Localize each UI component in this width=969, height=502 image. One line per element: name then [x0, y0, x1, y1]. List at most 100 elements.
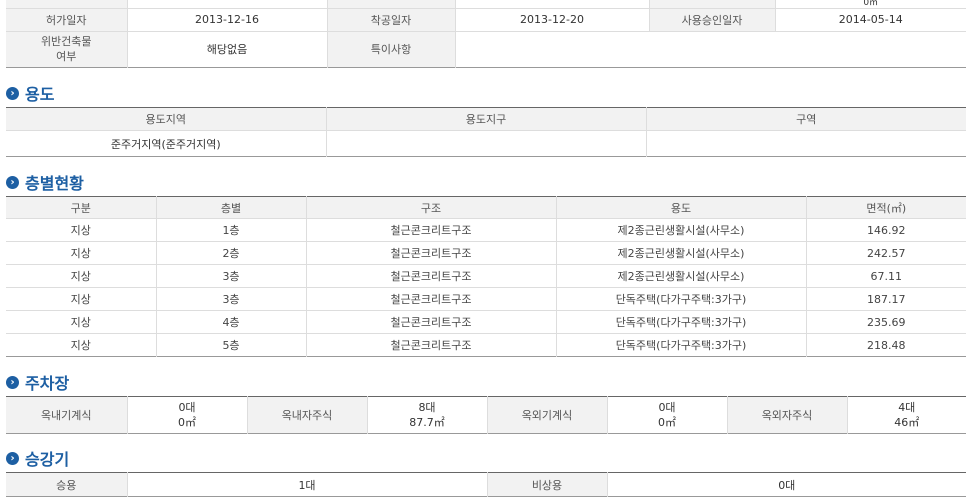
chevron-right-icon: › — [6, 451, 19, 465]
usage-section-header: › 용도 — [6, 82, 54, 104]
parking-area: 0㎡ — [658, 416, 676, 429]
table-cell — [455, 0, 650, 9]
violation-label: 위반건축물 여부 — [6, 31, 128, 67]
table-cell: 단독주택(다가구주택:3가구) — [556, 333, 807, 357]
building-info-table: 0㎡ 허가일자 2013-12-16 착공일자 2013-12-20 사용승인일… — [6, 0, 966, 68]
parking-section-header: › 주차장 — [6, 371, 69, 393]
table-row: 옥내기계식 0대 0㎡ 옥내자주식 8대 87.7㎡ 옥외기계식 0대 0㎡ 옥… — [6, 396, 966, 434]
column-header: 용도지역 — [6, 107, 327, 131]
section-title: 용도 — [25, 85, 55, 104]
column-header: 층별 — [156, 196, 307, 219]
table-cell: 준주거지역(준주거지역) — [6, 130, 327, 157]
floors-table: 구분 층별 구조 용도 면적(㎡) 지상 1층 철근콘크리트구조 제2종근린생활… — [6, 196, 966, 357]
column-header: 구분 — [6, 196, 157, 219]
table-cell: 67.11 — [806, 264, 966, 288]
table-cell: 2층 — [156, 241, 307, 265]
column-header: 구역 — [646, 107, 966, 131]
start-date-label: 착공일자 — [327, 8, 456, 32]
parking-area: 87.7㎡ — [409, 416, 445, 429]
parking-count: 0대 — [178, 401, 196, 414]
table-cell — [646, 131, 966, 157]
parking-table: 옥내기계식 0대 0㎡ 옥내자주식 8대 87.7㎡ 옥외기계식 0대 0㎡ 옥… — [6, 396, 966, 434]
table-cell — [327, 0, 456, 9]
table-row: 0㎡ — [6, 0, 966, 9]
parking-label: 옥외자주식 — [727, 396, 848, 434]
parking-value: 0대 0㎡ — [607, 396, 728, 434]
section-title: 층별현황 — [25, 174, 84, 193]
table-row: 준주거지역(준주거지역) — [6, 130, 966, 157]
parking-label: 옥내자주식 — [247, 396, 368, 434]
parking-count: 8대 — [418, 401, 436, 414]
table-row: 위반건축물 여부 해당없음 특이사항 — [6, 31, 966, 67]
parking-area: 0㎡ — [178, 416, 196, 429]
approval-date-label: 사용승인일자 — [649, 8, 776, 32]
table-cell: 146.92 — [806, 218, 966, 242]
table-cell: 5층 — [156, 333, 307, 357]
table-cell: 제2종근린생활시설(사무소) — [556, 264, 807, 288]
parking-label: 옥외기계식 — [487, 396, 608, 434]
elevator-section-header: › 승강기 — [6, 447, 69, 469]
emergency-elevator-label: 비상용 — [487, 472, 608, 497]
table-cell: 3층 — [156, 264, 307, 288]
table-cell: 지상 — [6, 264, 157, 288]
column-header: 면적(㎡) — [806, 196, 966, 219]
chevron-right-icon: › — [6, 175, 19, 189]
approval-date-value: 2014-05-14 — [775, 8, 966, 32]
total-area-value: 0㎡ — [775, 0, 966, 9]
parking-value: 0대 0㎡ — [127, 396, 248, 434]
chevron-right-icon: › — [6, 375, 19, 389]
emergency-elevator-value: 0대 — [778, 478, 796, 492]
table-cell: 242.57 — [806, 241, 966, 265]
permit-date-value: 2013-12-16 — [127, 8, 328, 32]
usage-table: 용도지역 용도지구 구역 준주거지역(준주거지역) — [6, 107, 966, 157]
table-cell: 철근콘크리트구조 — [306, 287, 557, 311]
table-row: 지상 3층 철근콘크리트구조 제2종근린생활시설(사무소) 67.11 — [6, 264, 966, 288]
table-cell: 철근콘크리트구조 — [306, 241, 557, 265]
table-cell — [326, 130, 647, 157]
table-row: 승용 1대 비상용 0대 — [6, 472, 966, 497]
column-header: 구조 — [306, 196, 557, 219]
parking-value: 8대 87.7㎡ — [367, 396, 488, 434]
table-cell: 제2종근린생활시설(사무소) — [556, 241, 807, 265]
violation-value: 해당없음 — [127, 31, 328, 67]
parking-count: 0대 — [658, 401, 676, 414]
violation-label-line1: 위반건축물 — [40, 35, 92, 48]
parking-label: 옥내기계식 — [6, 396, 128, 434]
table-cell: 218.48 — [867, 338, 906, 352]
remarks-label: 특이사항 — [327, 31, 456, 67]
parking-value: 4대 46㎡ — [847, 397, 966, 434]
chevron-right-icon: › — [6, 86, 19, 100]
table-cell: 철근콘크리트구조 — [306, 264, 557, 288]
table-cell: 철근콘크리트구조 — [306, 333, 557, 357]
table-cell — [649, 0, 776, 9]
floors-section-header: › 층별현황 — [6, 171, 84, 193]
table-row: 허가일자 2013-12-16 착공일자 2013-12-20 사용승인일자 2… — [6, 8, 966, 32]
table-cell: 지상 — [6, 310, 157, 334]
section-title: 주차장 — [25, 374, 70, 393]
table-cell: 제2종근린생활시설(사무소) — [556, 218, 807, 242]
table-cell: 지상 — [6, 241, 157, 265]
parking-count: 4대 — [898, 401, 916, 414]
table-cell — [6, 0, 128, 9]
table-cell: 지상 — [6, 218, 157, 242]
passenger-elevator-label: 승용 — [6, 472, 128, 497]
table-cell: 지상 — [6, 287, 157, 311]
table-cell — [127, 0, 328, 9]
table-row: 지상 5층 철근콘크리트구조 단독주택(다가구주택:3가구) 218.48 — [6, 333, 966, 357]
table-row: 지상 2층 철근콘크리트구조 제2종근린생활시설(사무소) 242.57 — [6, 241, 966, 265]
remarks-value — [455, 31, 966, 67]
table-cell: 187.17 — [806, 287, 966, 311]
section-title: 승강기 — [25, 450, 70, 469]
passenger-elevator-value: 1대 — [127, 472, 488, 497]
column-header: 용도 — [556, 196, 807, 219]
table-cell: 철근콘크리트구조 — [306, 310, 557, 334]
table-row: 지상 4층 철근콘크리트구조 단독주택(다가구주택:3가구) 235.69 — [6, 310, 966, 334]
elevator-table: 승용 1대 비상용 0대 — [6, 472, 966, 497]
parking-area: 46㎡ — [894, 416, 920, 429]
column-header: 용도지구 — [326, 107, 647, 131]
permit-date-label: 허가일자 — [6, 8, 128, 32]
table-cell: 4층 — [156, 310, 307, 334]
table-cell: 단독주택(다가구주택:3가구) — [556, 310, 807, 334]
table-cell: 1층 — [156, 218, 307, 242]
table-cell: 3층 — [156, 287, 307, 311]
